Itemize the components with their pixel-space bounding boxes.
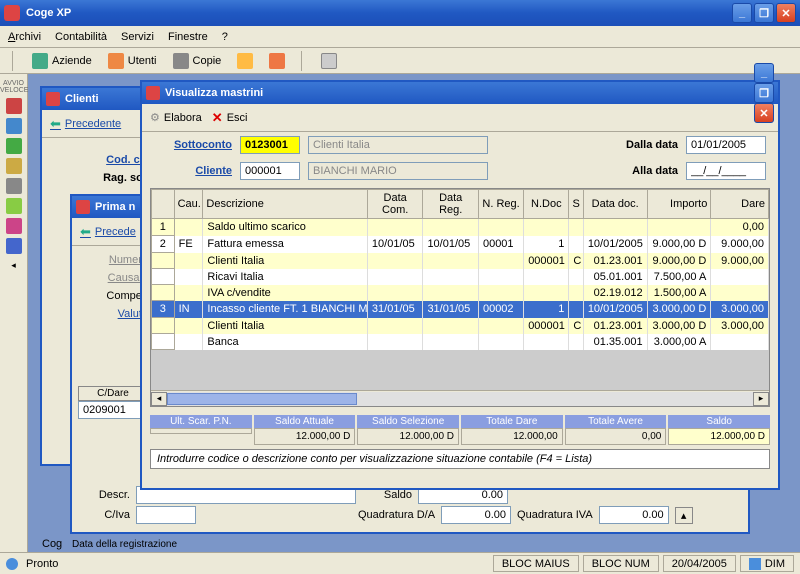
cliente-desc <box>308 162 488 180</box>
status-date: 20/04/2005 <box>663 555 736 572</box>
tb-aziende[interactable]: Aziende <box>28 51 96 71</box>
clienti-precedente[interactable]: ⬅Precedente <box>50 116 121 132</box>
table-row[interactable]: 2FEFattura emessa10/01/0510/01/050000111… <box>152 236 769 253</box>
saldo-label: Saldo <box>362 489 412 501</box>
table-row[interactable]: 3INIncasso cliente FT. 1 BIANCHI MAI31/0… <box>152 301 769 318</box>
utenti-icon <box>108 53 124 69</box>
dalla-input[interactable] <box>686 136 766 154</box>
mastrini-grid[interactable]: Cau. Descrizione Data Com. Data Reg. N. … <box>150 188 770 407</box>
cog-label: Cog <box>42 538 62 550</box>
minimize-button[interactable]: _ <box>732 3 752 23</box>
sb-icon-8[interactable] <box>6 238 22 254</box>
sb-icon-1[interactable] <box>6 98 22 114</box>
esci-button[interactable]: ✕Esci <box>212 110 248 126</box>
dalla-label: Dalla data <box>618 139 678 151</box>
quad-iva-val[interactable] <box>599 506 669 524</box>
prima-icon <box>76 200 90 214</box>
elabora-button[interactable]: ⚙Elabora <box>150 111 202 124</box>
close-button[interactable]: ✕ <box>776 3 796 23</box>
table-row[interactable]: Banca01.35.0013.000,00 A <box>152 334 769 350</box>
cliente-label[interactable]: Cliente <box>154 165 232 177</box>
cdare-header: C/Dare <box>78 386 148 401</box>
tb-copie[interactable]: Copie <box>169 51 226 71</box>
alla-label: Alla data <box>618 165 678 177</box>
menu-archivi[interactable]: Archivi <box>8 31 41 43</box>
menu-help[interactable]: ? <box>222 31 228 43</box>
app-titlebar: Coge XP _ ❐ ✕ <box>0 0 800 26</box>
sottoconto-label[interactable]: Sottoconto <box>154 139 232 151</box>
mastrini-icon <box>146 86 160 100</box>
copie-icon <box>173 53 189 69</box>
app-icon <box>4 5 20 21</box>
tb-icon2[interactable] <box>265 51 289 71</box>
sb-icon-7[interactable] <box>6 218 22 234</box>
status-icon <box>6 558 18 570</box>
tb-utenti[interactable]: Utenti <box>104 51 161 71</box>
grid-hscroll[interactable]: ◂ ▸ <box>151 390 769 406</box>
quad-iva-label: Quadratura IVA <box>517 509 593 521</box>
table-row[interactable]: 1Saldo ultimo scarico0,00 <box>152 219 769 236</box>
quad-da-val[interactable] <box>441 506 511 524</box>
hint-text: Introdurre codice o descrizione conto pe… <box>150 449 770 469</box>
main-toolbar: Aziende Utenti Copie <box>0 48 800 74</box>
prima-causale[interactable]: Causale <box>78 272 148 284</box>
grid-header: Cau. Descrizione Data Com. Data Reg. N. … <box>152 190 769 219</box>
cliente-input[interactable] <box>240 162 300 180</box>
scroll-thumb[interactable] <box>167 393 357 405</box>
tb-mail[interactable] <box>317 51 341 71</box>
mdi-workspace: AVVIOVELOCE ◂ Clienti ⬅Precedente Cod. c… <box>0 74 800 552</box>
table-row[interactable]: Clienti Italia000001C01.23.0013.000,00 D… <box>152 318 769 334</box>
statusbar: Pronto BLOC MAIUS BLOC NUM 20/04/2005 DI… <box>0 552 800 574</box>
menu-contabilita[interactable]: Contabilità <box>55 31 107 43</box>
status-bmaius: BLOC MAIUS <box>493 555 579 572</box>
sb-icon-2[interactable] <box>6 118 22 134</box>
scroll-left-btn[interactable]: ◂ <box>151 392 167 406</box>
sb-icon-5[interactable] <box>6 178 22 194</box>
mail-icon <box>321 53 337 69</box>
table-row[interactable]: Ricavi Italia05.01.0017.500,00 A <box>152 269 769 285</box>
left-sidebar: AVVIOVELOCE ◂ <box>0 74 28 552</box>
clienti-icon <box>46 92 60 106</box>
rag-soci-label: Rag. soci <box>48 172 152 184</box>
sb-icon-6[interactable] <box>6 198 22 214</box>
folder-icon <box>237 53 253 69</box>
cdare-input[interactable] <box>78 401 144 419</box>
alla-input[interactable] <box>686 162 766 180</box>
status-dim: DIM <box>740 555 794 572</box>
menubar: Archivi Contabilità Servizi Finestre ? <box>0 26 800 48</box>
prima-numero[interactable]: Numero <box>78 254 148 266</box>
window-mastrini: Visualizza mastrini _ ❐ ✕ ⚙Elabora ✕Esci… <box>140 80 780 490</box>
app-title: Coge XP <box>26 7 732 19</box>
prima-precedente[interactable]: ⬅Precede <box>80 224 136 240</box>
civa-label: C/Iva <box>80 509 130 521</box>
totals-row: Ult. Scar. P.N. Saldo Attuale12.000,00 D… <box>142 411 778 449</box>
tb-icon1[interactable] <box>233 51 257 71</box>
prima-valuta[interactable]: Valuta <box>78 308 148 320</box>
scroll-right-btn[interactable]: ▸ <box>753 392 769 406</box>
status-pronto: Pronto <box>26 558 58 570</box>
folder2-icon <box>269 53 285 69</box>
mastrini-close-button[interactable]: ✕ <box>754 103 774 123</box>
table-row[interactable]: IVA c/vendite02.19.0121.500,00 A <box>152 285 769 301</box>
sb-icon-4[interactable] <box>6 158 22 174</box>
scroll-up-btn[interactable]: ▴ <box>675 507 693 524</box>
data-reg-label: Data della registrazione <box>72 539 177 550</box>
cod-clie-link[interactable]: Cod. clie <box>48 154 152 166</box>
mastrini-min-button[interactable]: _ <box>754 63 774 83</box>
sb-icon-3[interactable] <box>6 138 22 154</box>
sottoconto-input[interactable] <box>240 136 300 154</box>
descr-label: Descr. <box>80 489 130 501</box>
status-bnum: BLOC NUM <box>583 555 659 572</box>
aziende-icon <box>32 53 48 69</box>
menu-finestre[interactable]: Finestre <box>168 31 208 43</box>
table-row[interactable]: Clienti Italia000001C01.23.0019.000,00 D… <box>152 253 769 269</box>
maximize-button[interactable]: ❐ <box>754 3 774 23</box>
quad-da-label: Quadratura D/A <box>358 509 435 521</box>
prima-compet: Compet. <box>78 290 148 302</box>
mastrini-title: Visualizza mastrini <box>165 87 754 99</box>
menu-servizi[interactable]: Servizi <box>121 31 154 43</box>
sottoconto-desc <box>308 136 488 154</box>
civa-input[interactable] <box>136 506 196 524</box>
mastrini-max-button[interactable]: ❐ <box>754 83 774 103</box>
